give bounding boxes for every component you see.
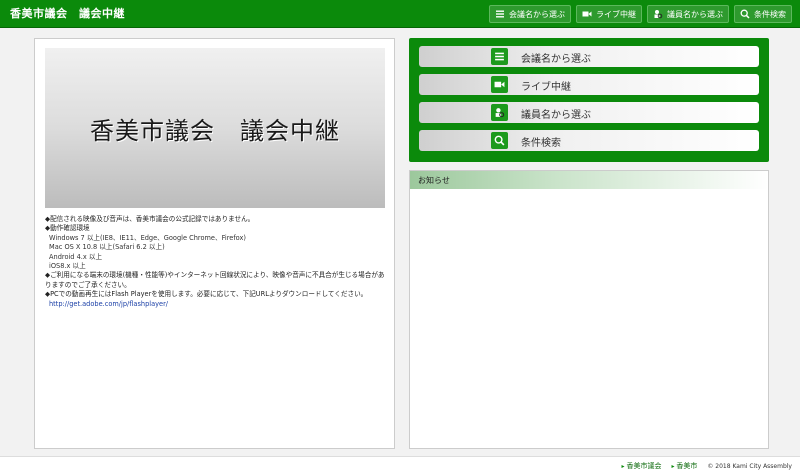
note-env-heading: ◆動作確認環境 bbox=[45, 224, 90, 233]
header-nav-live-button[interactable]: ライブ中継 bbox=[576, 5, 642, 23]
note-flash: ◆PCでの動画再生にはFlash Playerを使用します。必要に応じて、下記U… bbox=[45, 290, 368, 299]
header-bar: 香美市議会 議会中継 会議名から選ぶ ライブ中継 議員名から選ぶ 条件検索 bbox=[0, 0, 800, 28]
footer-link-assembly[interactable]: 香美市議会 bbox=[622, 461, 661, 471]
search-icon bbox=[491, 132, 508, 149]
member-search-icon bbox=[653, 9, 663, 19]
flash-player-link[interactable]: http://get.adobe.com/jp/flashplayer/ bbox=[45, 300, 168, 308]
banner-title: 香美市議会 議会中継 bbox=[90, 116, 340, 145]
menu-search-button[interactable]: 条件検索 bbox=[419, 130, 759, 151]
note-network: ◆ご利用になる端末の環境(機種・性能等)やインターネット回線状況により、映像や音… bbox=[45, 271, 385, 289]
member-search-icon bbox=[491, 104, 508, 121]
menu-member-button[interactable]: 議員名から選ぶ bbox=[419, 102, 759, 123]
list-icon bbox=[495, 9, 505, 19]
header-nav: 会議名から選ぶ ライブ中継 議員名から選ぶ 条件検索 bbox=[489, 5, 792, 23]
menu-label: 議員名から選ぶ bbox=[521, 110, 591, 121]
video-camera-icon bbox=[491, 76, 508, 93]
header-nav-label: ライブ中継 bbox=[596, 9, 636, 19]
footer-links: 香美市議会 香美市 © 2018 Kami City Assembly bbox=[622, 461, 792, 471]
info-panel: 香美市議会 議会中継 ◆配信される映像及び音声は、香美市議会の公式記録ではありま… bbox=[34, 38, 395, 449]
note-env-windows: Windows 7 以上(IE8、IE11、Edge、Google Chrome… bbox=[49, 233, 246, 242]
note-env-mac: Mac OS X 10.8 以上(Safari 6.2 以上) bbox=[49, 243, 165, 252]
note-disclaimer: ◆配信される映像及び音声は、香美市議会の公式記録ではありません。 bbox=[45, 215, 255, 223]
video-camera-icon bbox=[582, 9, 592, 19]
menu-live-button[interactable]: ライブ中継 bbox=[419, 74, 759, 95]
footer-link-city[interactable]: 香美市 bbox=[671, 461, 697, 471]
menu-meeting-button[interactable]: 会議名から選ぶ bbox=[419, 46, 759, 67]
header-nav-search-button[interactable]: 条件検索 bbox=[734, 5, 792, 23]
news-heading: お知らせ bbox=[410, 171, 768, 189]
menu-label: 会議名から選ぶ bbox=[521, 54, 591, 65]
copyright: © 2018 Kami City Assembly bbox=[707, 462, 792, 470]
site-title[interactable]: 香美市議会 議会中継 bbox=[10, 5, 125, 21]
menu-label: ライブ中継 bbox=[521, 82, 571, 93]
banner: 香美市議会 議会中継 bbox=[45, 48, 385, 208]
header-nav-member-button[interactable]: 議員名から選ぶ bbox=[647, 5, 729, 23]
search-icon bbox=[740, 9, 750, 19]
footer: 香美市議会 香美市 © 2018 Kami City Assembly bbox=[0, 456, 800, 474]
header-nav-label: 議員名から選ぶ bbox=[667, 9, 723, 19]
header-nav-meeting-button[interactable]: 会議名から選ぶ bbox=[489, 5, 571, 23]
header-nav-label: 条件検索 bbox=[754, 9, 786, 19]
note-env-android: Android 4.x 以上 bbox=[49, 252, 103, 261]
list-icon bbox=[491, 48, 508, 65]
news-panel: お知らせ bbox=[409, 170, 769, 449]
header-nav-label: 会議名から選ぶ bbox=[509, 9, 565, 19]
main-menu: 会議名から選ぶ ライブ中継 議員名から選ぶ 条件検索 bbox=[409, 38, 769, 162]
menu-label: 条件検索 bbox=[521, 138, 561, 149]
notes: ◆配信される映像及び音声は、香美市議会の公式記録ではありません。 ◆動作確認環境… bbox=[45, 215, 390, 309]
